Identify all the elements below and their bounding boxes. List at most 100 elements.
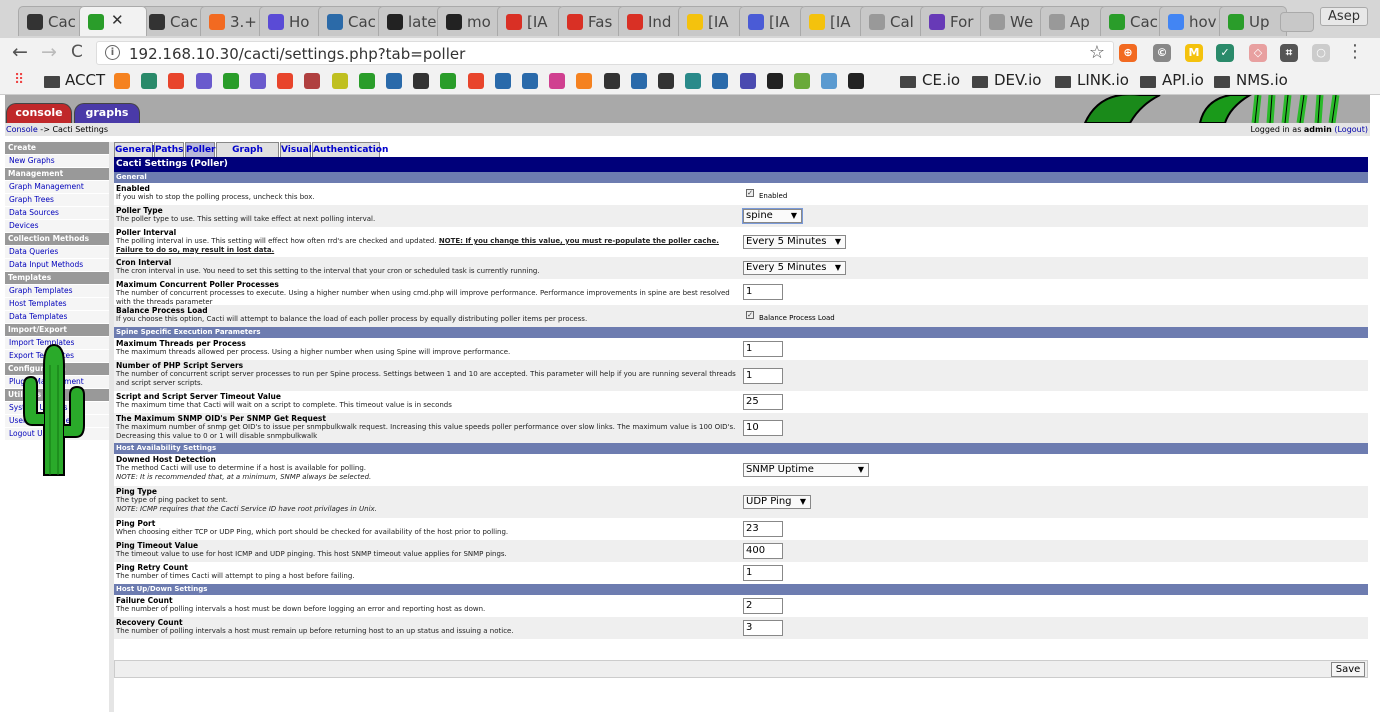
browser-tab[interactable]: Cac	[1100, 6, 1168, 36]
bookmark-site-icon[interactable]	[794, 73, 810, 89]
setting-input[interactable]: 2	[743, 598, 783, 614]
browser-tab[interactable]: Cac	[140, 6, 208, 36]
setting-select[interactable]: spine ▼	[742, 208, 803, 224]
browser-tab[interactable]: Cac	[318, 6, 386, 36]
setting-input[interactable]: 400	[743, 543, 783, 559]
ext-eraser-icon[interactable]: ◇	[1249, 44, 1267, 62]
close-tab-icon[interactable]: ✕	[111, 11, 124, 29]
ext-disabled-icon[interactable]: ○	[1312, 44, 1330, 62]
menu-item-graph-management[interactable]: Graph Management	[5, 181, 109, 193]
bookmark-site-icon[interactable]	[494, 73, 511, 89]
ext-check-icon[interactable]: ✓	[1216, 44, 1234, 62]
bookmark-folder-ce[interactable]: CE.io	[922, 71, 960, 89]
bookmark-site-icon[interactable]	[141, 73, 158, 89]
settings-tab-paths[interactable]: Paths	[154, 142, 184, 157]
bookmark-site-icon[interactable]	[440, 73, 457, 89]
ext-crop-icon[interactable]: ⌗	[1280, 44, 1298, 62]
browser-tab[interactable]: [IA	[739, 6, 807, 36]
setting-select[interactable]: UDP Ping ▼	[743, 495, 811, 509]
browser-tab[interactable]: Cac	[18, 6, 86, 36]
menu-item-devices[interactable]: Devices	[5, 220, 109, 232]
browser-tab[interactable]: [IA	[678, 6, 746, 36]
breadcrumb-console-link[interactable]: Console	[6, 125, 38, 134]
back-button[interactable]: ←	[12, 41, 28, 63]
browser-tab[interactable]: Cal	[860, 6, 928, 36]
bookmark-site-icon[interactable]	[277, 73, 294, 89]
menu-item-graph-trees[interactable]: Graph Trees	[5, 194, 109, 206]
setting-input[interactable]: 3	[743, 620, 783, 636]
browser-tab[interactable]: For	[920, 6, 988, 36]
site-info-icon[interactable]: i	[105, 45, 120, 60]
forward-button[interactable]: →	[41, 41, 57, 63]
bookmark-folder-acct[interactable]: ACCT	[65, 71, 105, 89]
setting-input[interactable]: 23	[743, 521, 783, 537]
setting-select[interactable]: Every 5 Minutes ▼	[743, 235, 846, 249]
menu-item-graph-templates[interactable]: Graph Templates	[5, 285, 109, 297]
bookmark-site-icon[interactable]	[848, 73, 865, 89]
settings-tab-poller[interactable]: Poller	[185, 142, 216, 157]
menu-item-data-templates[interactable]: Data Templates	[5, 311, 109, 323]
bookmark-site-icon[interactable]	[549, 73, 566, 89]
chrome-menu-icon[interactable]: ⋮	[1346, 41, 1364, 62]
browser-tab[interactable]: [IA	[800, 6, 868, 36]
apps-icon[interactable]: ⠿	[14, 73, 30, 89]
bookmark-site-icon[interactable]	[195, 73, 212, 89]
bookmark-folder-api[interactable]: API.io	[1162, 71, 1204, 89]
setting-checkbox[interactable]: ✓	[746, 189, 754, 197]
bookmark-site-icon[interactable]	[739, 73, 756, 89]
setting-select[interactable]: SNMP Uptime ▼	[743, 463, 869, 477]
bookmark-site-icon[interactable]	[576, 73, 593, 89]
bookmark-site-icon[interactable]	[685, 73, 702, 89]
browser-tab[interactable]: Ho	[259, 6, 327, 36]
menu-item-data-sources[interactable]: Data Sources	[5, 207, 109, 219]
address-bar[interactable]: i 192.168.10.30/cacti/settings.php?tab=p…	[96, 41, 1114, 65]
console-tab[interactable]: console	[6, 103, 72, 123]
save-button[interactable]: Save	[1331, 662, 1365, 677]
settings-tab-visual[interactable]: Visual	[280, 142, 312, 157]
graphs-tab[interactable]: graphs	[74, 103, 140, 123]
bookmark-site-icon[interactable]	[114, 73, 130, 89]
profile-button[interactable]: Asep	[1320, 7, 1368, 26]
ext-m-icon[interactable]: M	[1185, 44, 1203, 62]
browser-tab[interactable]: late	[378, 6, 446, 36]
logout-link[interactable]: (Logout)	[1334, 125, 1368, 134]
browser-tab[interactable]: ✕	[79, 6, 147, 36]
browser-tab[interactable]: We	[980, 6, 1048, 36]
setting-input[interactable]: 1	[743, 565, 783, 581]
setting-input[interactable]: 25	[743, 394, 783, 410]
browser-tab[interactable]: Up	[1219, 6, 1287, 36]
bookmark-site-icon[interactable]	[522, 73, 538, 89]
bookmark-site-icon[interactable]	[821, 73, 838, 89]
setting-input[interactable]: 10	[743, 420, 783, 436]
bookmark-folder-link[interactable]: LINK.io	[1077, 71, 1129, 89]
bookmark-site-icon[interactable]	[413, 73, 430, 89]
browser-tab[interactable]: Fas	[558, 6, 626, 36]
bookmark-site-icon[interactable]	[222, 73, 239, 89]
setting-input[interactable]: 1	[743, 368, 783, 384]
browser-tab[interactable]: mo	[437, 6, 505, 36]
bookmark-site-icon[interactable]	[603, 73, 620, 89]
reload-button[interactable]: C	[71, 42, 83, 62]
browser-tab[interactable]: Ind	[618, 6, 686, 36]
bookmark-site-icon[interactable]	[467, 73, 484, 89]
settings-tab-general[interactable]: General	[114, 142, 155, 157]
bookmark-folder-nms[interactable]: NMS.io	[1236, 71, 1288, 89]
browser-tab[interactable]: hov	[1159, 6, 1227, 36]
setting-select[interactable]: Every 5 Minutes ▼	[743, 261, 846, 275]
bookmark-site-icon[interactable]	[712, 73, 729, 89]
setting-checkbox[interactable]: ✓	[746, 311, 754, 319]
menu-item-new-graphs[interactable]: New Graphs	[5, 155, 109, 167]
bookmark-site-icon[interactable]	[168, 73, 185, 89]
bookmark-star-icon[interactable]: ☆	[1089, 42, 1105, 63]
setting-input[interactable]: 1	[743, 284, 783, 300]
menu-item-data-input-methods[interactable]: Data Input Methods	[5, 259, 109, 271]
bookmark-site-icon[interactable]	[250, 73, 266, 89]
bookmark-site-icon[interactable]	[658, 73, 674, 89]
browser-tab[interactable]: [IA	[497, 6, 565, 36]
menu-item-host-templates[interactable]: Host Templates	[5, 298, 109, 310]
bookmark-site-icon[interactable]	[766, 73, 783, 89]
ext-cc-icon[interactable]: ©	[1153, 44, 1171, 62]
menu-item-data-queries[interactable]: Data Queries	[5, 246, 109, 258]
setting-input[interactable]: 1	[743, 341, 783, 357]
bookmark-site-icon[interactable]	[630, 73, 647, 89]
